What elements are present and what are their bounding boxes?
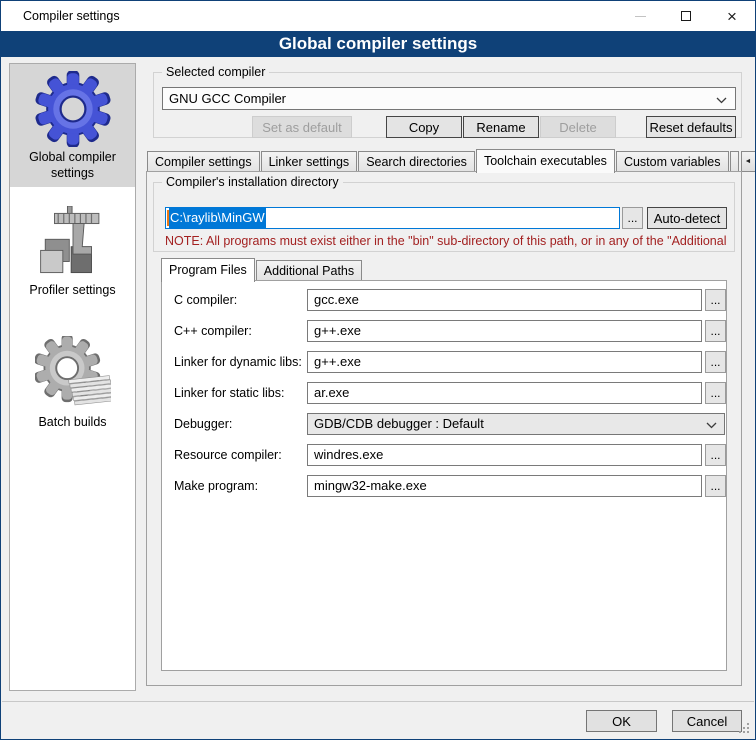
page-title: Global compiler settings (1, 31, 755, 57)
compiler-select[interactable]: GNU GCC Compiler (162, 87, 736, 110)
maximize-icon (681, 11, 691, 21)
cpp-compiler-input[interactable]: g++.exe (307, 320, 702, 342)
tab-scroll-controls: ◄ ► (740, 151, 756, 172)
form-row: Make program: mingw32-make.exe ... (162, 475, 726, 497)
close-icon: × (727, 8, 737, 25)
title-bar: Compiler settings × (1, 1, 755, 31)
field-value: ar.exe (314, 385, 349, 400)
selected-text: C:\raylib\MinGW (169, 207, 266, 229)
copy-button[interactable]: Copy (386, 116, 462, 138)
directory-browse-button[interactable]: ... (622, 207, 643, 229)
tab-program-files[interactable]: Program Files (161, 258, 255, 282)
debugger-select[interactable]: GDB/CDB debugger : Default (307, 413, 725, 435)
cancel-button[interactable]: Cancel (672, 710, 742, 732)
sidebar-item-batch-builds[interactable]: Batch builds (10, 329, 135, 437)
maximize-button[interactable] (663, 1, 709, 31)
compiler-settings-dialog: Compiler settings × Global compiler sett… (0, 0, 756, 740)
form-row: Debugger: GDB/CDB debugger : Default (162, 413, 726, 435)
ok-button[interactable]: OK (586, 710, 657, 732)
group-label: Compiler's installation directory (162, 175, 343, 189)
resize-grip-icon[interactable] (747, 723, 749, 725)
window-title: Compiler settings (23, 1, 120, 31)
field-value: GDB/CDB debugger : Default (314, 416, 484, 431)
tab-toolchain-executables[interactable]: Toolchain executables (476, 149, 615, 173)
field-value: windres.exe (314, 447, 383, 462)
c-compiler-browse-button[interactable]: ... (705, 289, 726, 311)
main-panel: Selected compiler GNU GCC Compiler Set a… (146, 63, 742, 739)
tab-compiler-settings[interactable]: Compiler settings (147, 151, 260, 172)
dynamic-linker-browse-button[interactable]: ... (705, 351, 726, 373)
tab-additional-paths[interactable]: Additional Paths (256, 260, 362, 281)
make-program-input[interactable]: mingw32-make.exe (307, 475, 702, 497)
auto-detect-button[interactable]: Auto-detect (647, 207, 727, 229)
field-value: g++.exe (314, 354, 361, 369)
compiler-select-value: GNU GCC Compiler (169, 91, 286, 106)
window-controls: × (617, 1, 755, 31)
debugger-label: Debugger: (174, 413, 307, 435)
static-linker-input[interactable]: ar.exe (307, 382, 702, 404)
dynamic-linker-label: Linker for dynamic libs: (174, 351, 307, 373)
field-value: g++.exe (314, 323, 361, 338)
compiler-actions: Set as default Copy Rename Delete Reset … (162, 116, 736, 138)
tab-search-directories[interactable]: Search directories (358, 151, 475, 172)
group-label: Selected compiler (162, 65, 269, 79)
field-value: mingw32-make.exe (314, 478, 427, 493)
reset-defaults-button[interactable]: Reset defaults (646, 116, 736, 138)
set-as-default-button: Set as default (252, 116, 352, 138)
form-row: Linker for dynamic libs: g++.exe ... (162, 351, 726, 373)
form-row: Linker for static libs: ar.exe ... (162, 382, 726, 404)
note-text: NOTE: All programs must exist either in … (165, 234, 732, 248)
cpp-compiler-browse-button[interactable]: ... (705, 320, 726, 342)
static-linker-browse-button[interactable]: ... (705, 382, 726, 404)
sidebar-item-profiler-settings[interactable]: Profiler settings (10, 199, 135, 305)
caliper-icon (36, 206, 110, 280)
minimize-button[interactable] (617, 1, 663, 31)
installation-directory-input[interactable]: C:\raylib\MinGW (165, 207, 620, 229)
make-program-browse-button[interactable]: ... (705, 475, 726, 497)
dynamic-linker-input[interactable]: g++.exe (307, 351, 702, 373)
chevron-down-icon (716, 97, 727, 104)
sidebar-item-label: Profiler settings (29, 283, 115, 297)
sidebar-item-label: Batch builds (38, 415, 106, 429)
resource-compiler-browse-button[interactable]: ... (705, 444, 726, 466)
blue-gear-icon (35, 71, 111, 147)
program-files-page: C compiler: gcc.exe ... C++ compiler: g+… (161, 280, 727, 671)
selected-compiler-group: Selected compiler GNU GCC Compiler Set a… (153, 72, 742, 138)
close-button[interactable]: × (709, 1, 755, 31)
tab-scroll-left-button[interactable]: ◄ (741, 151, 756, 172)
settings-category-sidebar: Global compiler settings Profiler settin… (9, 63, 136, 691)
minimize-icon (635, 16, 646, 17)
resource-compiler-input[interactable]: windres.exe (307, 444, 702, 466)
make-program-label: Make program: (174, 475, 307, 497)
gear-stack-icon (35, 336, 111, 412)
field-value: gcc.exe (314, 292, 359, 307)
installation-directory-group: Compiler's installation directory C:\ray… (153, 182, 735, 252)
resource-compiler-label: Resource compiler: (174, 444, 307, 466)
rename-button[interactable]: Rename (463, 116, 539, 138)
toolchain-executables-page: Compiler's installation directory C:\ray… (146, 171, 742, 686)
static-linker-label: Linker for static libs: (174, 382, 307, 404)
footer-divider (2, 701, 754, 702)
form-row: C++ compiler: g++.exe ... (162, 320, 726, 342)
tab-custom-variables[interactable]: Custom variables (616, 151, 729, 172)
program-files-tab-strip: Program Files Additional Paths (161, 257, 363, 281)
form-row: C compiler: gcc.exe ... (162, 289, 726, 311)
tab-build-options[interactable]: Build options (730, 151, 739, 172)
cpp-compiler-label: C++ compiler: (174, 320, 307, 342)
delete-button: Delete (540, 116, 616, 138)
settings-tab-strip: Compiler settings Linker settings Search… (147, 148, 742, 172)
chevron-down-icon (706, 422, 717, 429)
sidebar-item-label: Global compiler settings (29, 150, 116, 180)
sidebar-item-global-compiler-settings[interactable]: Global compiler settings (10, 64, 135, 187)
c-compiler-label: C compiler: (174, 289, 307, 311)
c-compiler-input[interactable]: gcc.exe (307, 289, 702, 311)
form-row: Resource compiler: windres.exe ... (162, 444, 726, 466)
tab-linker-settings[interactable]: Linker settings (261, 151, 358, 172)
